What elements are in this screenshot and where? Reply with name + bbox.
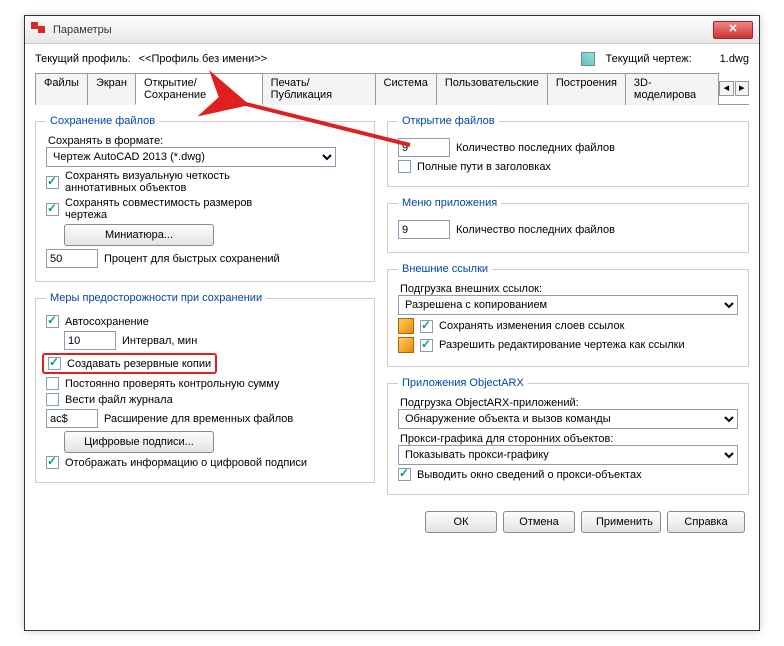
chk-visual-fidelity[interactable] xyxy=(46,176,59,189)
tab-system[interactable]: Система xyxy=(375,73,437,105)
chk-backup[interactable] xyxy=(48,357,61,370)
lbl-autosave: Автосохранение xyxy=(65,316,149,328)
drawing-label: Текущий чертеж: xyxy=(606,53,692,65)
ext-label: Расширение для временных файлов xyxy=(104,413,293,425)
proxy-label: Прокси-графика для сторонних объектов: xyxy=(398,433,738,445)
tab-3d[interactable]: 3D-моделирова xyxy=(625,73,719,105)
lbl-xref-layers: Сохранять изменения слоев ссылок xyxy=(439,320,624,332)
chk-autosave[interactable] xyxy=(46,315,59,328)
layer-icon xyxy=(398,337,414,353)
lbl-proxy-info: Выводить окно сведений о прокси-объектах xyxy=(417,469,642,481)
tabstrip: Файлы Экран Открытие/Сохранение Печать/П… xyxy=(35,72,749,105)
tab-scroll-left[interactable]: ◂ xyxy=(719,81,733,96)
chk-xref-layers[interactable] xyxy=(420,320,433,333)
chk-xref-edit[interactable] xyxy=(420,339,433,352)
tab-open-save[interactable]: Открытие/Сохранение xyxy=(135,73,263,105)
profile-label: Текущий профиль: xyxy=(35,53,131,65)
ext-input[interactable] xyxy=(46,409,98,428)
format-label: Сохранять в формате: xyxy=(46,135,364,147)
layer-icon xyxy=(398,318,414,334)
titlebar: Параметры ✕ xyxy=(25,16,759,44)
lbl-full-paths: Полные пути в заголовках xyxy=(417,161,551,173)
percent-label: Процент для быстрых сохранений xyxy=(104,253,280,265)
percent-input[interactable] xyxy=(46,249,98,268)
group-safety: Меры предосторожности при сохранении Авт… xyxy=(35,292,375,483)
group-open: Открытие файлов Количество последних фай… xyxy=(387,115,749,187)
group-open-legend: Открытие файлов xyxy=(398,115,499,127)
dialog-window: Параметры ✕ Текущий профиль: <<Профиль б… xyxy=(24,15,760,631)
chk-crc[interactable] xyxy=(46,377,59,390)
tab-draft[interactable]: Построения xyxy=(547,73,626,105)
lbl-backup: Создавать резервные копии xyxy=(67,358,211,370)
arx-load-select[interactable]: Обнаружение объекта и вызов команды xyxy=(398,409,738,429)
tab-screen[interactable]: Экран xyxy=(87,73,136,105)
highlight-backup: Создавать резервные копии xyxy=(42,353,217,374)
profile-row: Текущий профиль: <<Профиль без имени>> Т… xyxy=(35,52,749,66)
chk-sig-info[interactable] xyxy=(46,456,59,469)
arx-load-label: Подгрузка ObjectARX-приложений: xyxy=(398,397,738,409)
tab-scroll-right[interactable]: ▸ xyxy=(735,81,749,96)
drawing-icon xyxy=(581,52,595,66)
cancel-button[interactable]: Отмена xyxy=(503,511,575,533)
group-arx: Приложения ObjectARX Подгрузка ObjectARX… xyxy=(387,377,749,495)
group-menu: Меню приложения Количество последних фай… xyxy=(387,197,749,253)
lbl-visual-fidelity: Сохранять визуальную четкость аннотативн… xyxy=(65,170,295,194)
thumbnail-button[interactable]: Миниатюра... xyxy=(64,224,214,246)
chk-log[interactable] xyxy=(46,393,59,406)
group-arx-legend: Приложения ObjectARX xyxy=(398,377,528,389)
recent-menu-input[interactable] xyxy=(398,220,450,239)
tab-files[interactable]: Файлы xyxy=(35,73,88,105)
close-button[interactable]: ✕ xyxy=(713,21,753,39)
proxy-select[interactable]: Показывать прокси-графику xyxy=(398,445,738,465)
interval-input[interactable] xyxy=(64,331,116,350)
drawing-value: 1.dwg xyxy=(720,53,749,65)
lbl-sig-info: Отображать информацию о цифровой подписи xyxy=(65,457,307,469)
ok-button[interactable]: ОК xyxy=(425,511,497,533)
recent-open-input[interactable] xyxy=(398,138,450,157)
interval-label: Интервал, мин xyxy=(122,335,197,347)
xref-load-label: Подгрузка внешних ссылок: xyxy=(398,283,738,295)
xref-load-select[interactable]: Разрешена с копированием xyxy=(398,295,738,315)
recent-menu-label: Количество последних файлов xyxy=(456,224,615,236)
tab-user[interactable]: Пользовательские xyxy=(436,73,548,105)
group-safety-legend: Меры предосторожности при сохранении xyxy=(46,292,266,304)
chk-size-compat[interactable] xyxy=(46,203,59,216)
group-xref-legend: Внешние ссылки xyxy=(398,263,492,275)
group-save: Сохранение файлов Сохранять в формате: Ч… xyxy=(35,115,375,282)
app-logo-icon xyxy=(31,22,47,38)
lbl-xref-edit: Разрешить редактирование чертежа как ссы… xyxy=(439,339,685,351)
lbl-crc: Постоянно проверять контрольную сумму xyxy=(65,378,279,390)
apply-button[interactable]: Применить xyxy=(581,511,661,533)
group-xref: Внешние ссылки Подгрузка внешних ссылок:… xyxy=(387,263,749,367)
help-button[interactable]: Справка xyxy=(667,511,745,533)
chk-full-paths[interactable] xyxy=(398,160,411,173)
profile-value: <<Профиль без имени>> xyxy=(139,53,573,65)
footer: ОК Отмена Применить Справка xyxy=(35,511,749,533)
tab-print[interactable]: Печать/Публикация xyxy=(262,73,376,105)
group-save-legend: Сохранение файлов xyxy=(46,115,159,127)
group-menu-legend: Меню приложения xyxy=(398,197,501,209)
lbl-size-compat: Сохранять совместимость размеров чертежа xyxy=(65,197,295,221)
signatures-button[interactable]: Цифровые подписи... xyxy=(64,431,214,453)
recent-open-label: Количество последних файлов xyxy=(456,142,615,154)
lbl-log: Вести файл журнала xyxy=(65,394,173,406)
format-select[interactable]: Чертеж AutoCAD 2013 (*.dwg) xyxy=(46,147,336,167)
chk-proxy-info[interactable] xyxy=(398,468,411,481)
window-title: Параметры xyxy=(53,24,112,36)
